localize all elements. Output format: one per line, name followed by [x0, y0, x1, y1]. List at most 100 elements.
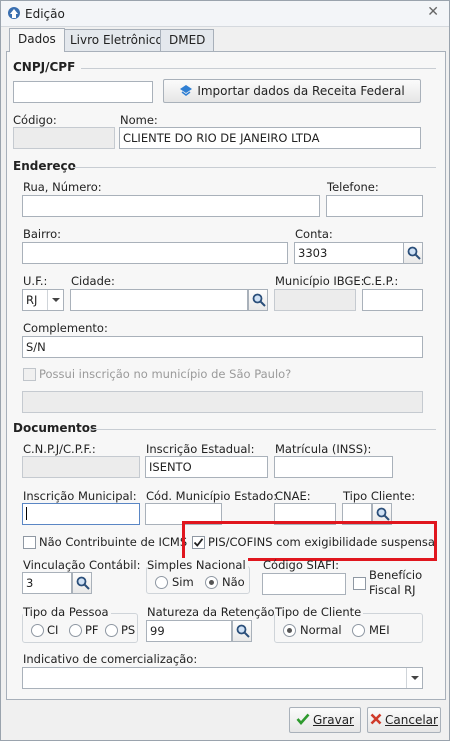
telefone-input[interactable]	[326, 195, 423, 217]
cnae-label: CNAE:	[275, 489, 311, 503]
cme-label: Cód. Município Estado:	[146, 489, 278, 503]
cep-input[interactable]	[362, 289, 423, 311]
pessoa-ps-label: PS	[121, 623, 136, 637]
beneficio-fiscal-checkbox[interactable]	[353, 577, 366, 590]
search-icon	[407, 246, 421, 260]
siafi-input[interactable]	[262, 573, 346, 595]
gravar-label: Gravar	[313, 713, 354, 727]
ie-input[interactable]: ISENTO	[145, 456, 268, 478]
natureza-retencao-input[interactable]: 99	[146, 620, 232, 642]
sp-inscricao-checkbox[interactable]	[23, 368, 36, 381]
bairro-input[interactable]	[22, 242, 288, 264]
im-label: Inscrição Municipal:	[23, 489, 137, 503]
section-divider	[89, 429, 436, 430]
simples-sim-label: Sim	[172, 575, 194, 589]
edit-dialog: Edição ✕ Dados Livro Eletrônico DMED CNP…	[0, 0, 450, 741]
tipo-pessoa-label: Tipo da Pessoa	[23, 605, 111, 619]
section-title-documentos: Documentos	[13, 421, 98, 435]
section-title-cnpj: CNPJ/CPF	[13, 60, 76, 74]
tab-dados[interactable]: Dados	[9, 28, 65, 52]
uf-select[interactable]: RJ	[22, 289, 64, 311]
indicativo-label: Indicativo de comercialização:	[23, 652, 198, 666]
pessoa-pf-label: PF	[85, 623, 99, 637]
simples-sim-radio[interactable]	[155, 576, 168, 589]
conta-lookup-button[interactable]	[403, 242, 423, 264]
nao-contribuinte-icms-label: Não Contribuinte de ICMS	[39, 535, 188, 549]
cancelar-label: Cancelar	[385, 713, 438, 727]
cidade-input[interactable]	[70, 289, 248, 311]
pessoa-ci-radio[interactable]	[31, 624, 44, 637]
section-divider	[81, 68, 436, 69]
tc-normal-label: Normal	[300, 623, 342, 637]
rua-input[interactable]	[22, 195, 320, 217]
import-icon	[180, 85, 193, 96]
bairro-label: Bairro:	[23, 227, 62, 241]
rua-label: Rua, Número:	[23, 180, 102, 194]
conta-input[interactable]: 3303	[294, 242, 404, 264]
text-cursor	[26, 507, 27, 520]
beneficio-fiscal-label-1: Benefício	[369, 568, 423, 582]
highlight-box	[182, 521, 437, 561]
section-title-endereco: Endereço	[13, 159, 76, 173]
codigo-input[interactable]	[13, 127, 115, 149]
close-icon[interactable]: ✕	[427, 4, 439, 20]
vinculacao-input[interactable]: 3	[22, 572, 72, 594]
cnpj-input[interactable]	[13, 81, 153, 103]
simples-nao-label: Não	[222, 575, 245, 589]
municipio-ibge-input[interactable]	[274, 289, 356, 311]
natureza-lookup-button[interactable]	[232, 620, 252, 642]
nome-label: Nome:	[120, 113, 158, 127]
cancelar-button[interactable]: Cancelar	[367, 707, 441, 733]
tc-mei-radio[interactable]	[352, 624, 365, 637]
sp-inscricao-input[interactable]	[22, 391, 423, 413]
search-icon	[252, 293, 266, 307]
nome-input[interactable]: CLIENTE DO RIO DE JANEIRO LTDA	[119, 127, 421, 149]
tab-livro-eletronico[interactable]: Livro Eletrônico	[61, 29, 172, 51]
municipio-ibge-label: Município IBGE:	[275, 274, 365, 288]
import-receita-button[interactable]: Importar dados da Receita Federal	[163, 79, 421, 103]
pessoa-ps-radio[interactable]	[105, 624, 118, 637]
check-icon	[296, 713, 310, 725]
beneficio-fiscal-label-2: Fiscal RJ	[369, 583, 416, 597]
simples-nacional-label: Simples Nacional	[147, 558, 248, 572]
app-icon	[8, 7, 20, 19]
inss-input[interactable]	[274, 456, 393, 478]
codigo-label: Código:	[13, 113, 57, 127]
gravar-button[interactable]: Gravar	[289, 707, 361, 733]
complemento-input[interactable]: S/N	[22, 336, 423, 358]
tab-dmed[interactable]: DMED	[160, 29, 215, 51]
cancel-x-icon	[370, 713, 382, 725]
tipo-cliente-label: Tipo Cliente:	[343, 489, 416, 503]
window-title: Edição	[25, 7, 65, 21]
nao-contribuinte-icms-checkbox[interactable]	[23, 536, 36, 549]
cidade-label: Cidade:	[71, 274, 115, 288]
tipo-de-cliente-label: Tipo de Cliente	[275, 605, 364, 619]
uf-label: U.F.:	[23, 274, 48, 288]
siafi-label: Código SIAFI:	[263, 558, 339, 572]
cidade-lookup-button[interactable]	[248, 289, 268, 311]
title-bar: Edição ✕	[1, 1, 449, 27]
im-input[interactable]	[22, 503, 140, 525]
tc-mei-label: MEI	[369, 623, 390, 637]
doc-cnpj-label: C.N.P.J/C.P.F.:	[23, 442, 96, 456]
simples-nao-radio[interactable]	[205, 576, 218, 589]
chevron-down-icon	[406, 668, 422, 688]
pessoa-pf-radio[interactable]	[69, 624, 82, 637]
ie-label: Inscrição Estadual:	[146, 442, 255, 456]
indicativo-select[interactable]	[22, 667, 423, 689]
natureza-retencao-label: Natureza da Retenção:	[147, 605, 279, 619]
import-label: Importar dados da Receita Federal	[197, 84, 405, 98]
complemento-label: Complemento:	[23, 321, 108, 335]
inss-label: Matrícula (INSS):	[275, 442, 372, 456]
pessoa-ci-label: CI	[47, 623, 59, 637]
conta-label: Conta:	[295, 227, 333, 241]
tc-normal-radio[interactable]	[283, 624, 296, 637]
uf-value: RJ	[26, 293, 38, 307]
doc-cnpj-input[interactable]	[22, 456, 140, 478]
section-divider	[73, 167, 436, 168]
search-icon	[376, 507, 390, 521]
vinculacao-label: Vinculação Contábil:	[23, 558, 141, 572]
vinculacao-lookup-button[interactable]	[72, 572, 92, 594]
sp-inscricao-label: Possui inscrição no município de São Pau…	[39, 367, 292, 381]
chevron-down-icon	[47, 290, 63, 310]
